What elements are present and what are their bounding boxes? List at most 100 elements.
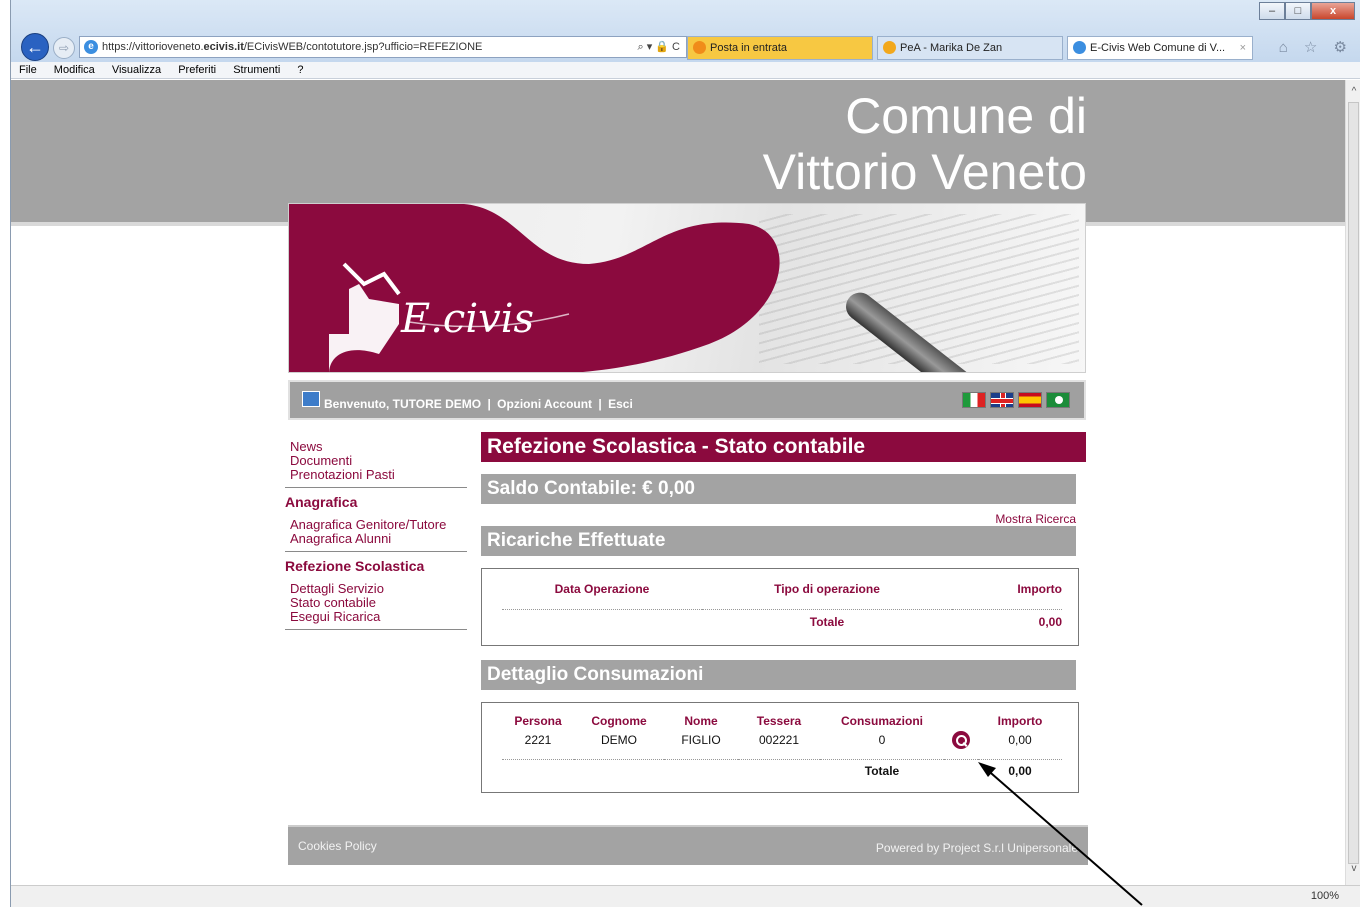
main-content: Refezione Scolastica - Stato contabile S… [481,432,1086,793]
ricariche-total-label: Totale [809,614,845,629]
menu-file[interactable]: File [19,64,37,76]
page-viewport: Comune di Vittorio Veneto E.civis Benven… [11,80,1345,885]
col-cognome: Cognome [591,713,647,728]
address-tools-icon[interactable]: ⌕ ▾ 🔒 C [638,37,681,57]
sidebar-divider [285,550,467,552]
sidebar-item-ricarica[interactable]: Esegui Ricarica [285,610,467,624]
account-options-link[interactable]: Opzioni Account [497,397,592,411]
guitar-shape-logo [289,204,780,372]
url-prefix: https://vittorioveneto. [102,41,204,53]
table-row: 2221 DEMO FIGLIO 002221 0 0,00 [502,730,1062,760]
tab-pea[interactable]: PeA - Marika De Zan [877,36,1063,60]
saldo-heading: Saldo Contabile: € 0,00 [481,474,1076,504]
home-icon[interactable] [302,391,320,407]
ricariche-table: Data Operazione Tipo di operazione Impor… [502,579,1062,635]
cons-total-value: 0,00 [1008,764,1032,778]
mostra-ricerca-link[interactable]: Mostra Ricerca [481,512,1076,526]
ricariche-heading: Ricariche Effettuate [481,526,1076,556]
ecivis-banner: E.civis [288,203,1086,373]
menu-strumenti[interactable]: Strumenti [233,64,280,76]
home-favorites-settings-icons[interactable]: ⌂ ☆ ⚙ [1279,38,1353,56]
separator: | [487,397,491,411]
menu-bar: File Modifica Visualizza Preferiti Strum… [11,62,1360,79]
menu-preferiti[interactable]: Preferiti [178,64,216,76]
consumazioni-table: Persona Cognome Nome Tessera Consumazion… [502,711,1062,785]
minimize-button[interactable]: – [1259,2,1285,20]
mail-icon [693,41,706,54]
page-title-comune: Comune di Vittorio Veneto [763,88,1087,200]
tab-ecivis[interactable]: E-Civis Web Comune di V... × [1067,36,1253,60]
sidebar-item-alunni[interactable]: Anagrafica Alunni [285,532,467,546]
cons-total-label: Totale [864,764,900,778]
cell-importo: 0,00 [1008,732,1032,747]
magnifier-icon[interactable] [952,730,970,749]
scroll-down-icon[interactable]: v [1347,863,1360,879]
cell-tessera: 002221 [758,732,800,747]
col-tipo-operazione: Tipo di operazione [774,582,880,596]
welcome-greeting: Benvenuto, TUTORE DEMO [324,397,482,411]
sidebar-divider [285,486,467,488]
footer: Cookies Policy Powered by Project S.r.l … [288,825,1088,865]
ricariche-total-value: 0,00 [1038,614,1062,629]
status-bar: 100% [11,885,1360,907]
col-nome: Nome [684,713,718,728]
cell-consumazioni: 0 [878,732,886,747]
sidebar-item-documenti[interactable]: Documenti [285,454,467,468]
menu-help[interactable]: ? [297,64,303,76]
pea-icon [883,41,896,54]
logout-link[interactable]: Esci [608,397,633,411]
flag-uk-icon[interactable] [990,392,1014,408]
sidebar-item-prenotazioni[interactable]: Prenotazioni Pasti [285,468,467,482]
separator: | [598,397,602,411]
ricariche-table-box: Data Operazione Tipo di operazione Impor… [481,568,1079,646]
col-data-operazione: Data Operazione [554,582,650,596]
welcome-text: Benvenuto, TUTORE DEMO | Opzioni Account… [324,397,633,411]
url-path: /ECivisWEB/contotutore.jsp?ufficio=REFEZ… [243,41,483,53]
dettaglio-heading: Dettaglio Consumazioni [481,659,1076,690]
col-consumazioni: Consumazioni [840,713,923,728]
zoom-level[interactable]: 100% [1311,890,1339,902]
menu-modifica[interactable]: Modifica [54,64,95,76]
col-importo: Importo [1017,582,1062,596]
close-window-button[interactable]: x [1311,2,1355,20]
menu-visualizza[interactable]: Visualizza [112,64,161,76]
browser-window: – □ x ← ⇨ e https://vittorioveneto.ecivi… [10,0,1360,907]
tab-label: Posta in entrata [710,42,788,54]
col-persona: Persona [514,713,562,728]
scroll-thumb[interactable] [1348,102,1359,864]
sidebar-item-stato-contabile[interactable]: Stato contabile [285,596,467,610]
sidebar-divider [285,628,467,630]
vertical-scrollbar[interactable]: ^ v [1345,80,1360,885]
welcome-bar: Benvenuto, TUTORE DEMO | Opzioni Account… [288,380,1086,420]
forward-button[interactable]: ⇨ [53,37,75,59]
sidebar-group-anagrafica: Anagrafica [285,494,358,510]
window-controls: – □ x [1259,2,1355,20]
cell-cognome: DEMO [601,732,637,747]
cell-persona: 2221 [524,732,552,747]
close-tab-icon[interactable]: × [1240,37,1246,59]
back-button[interactable]: ← [21,33,49,61]
cookies-policy-link[interactable]: Cookies Policy [298,839,377,853]
col-importo: Importo [997,713,1043,728]
col-tessera: Tessera [756,713,802,728]
flag-spain-icon[interactable] [1018,392,1042,408]
comune-line2: Vittorio Veneto [762,144,1087,200]
header-band [11,80,1345,222]
flag-arabic-icon[interactable] [1046,392,1070,408]
sidebar-item-dettagli[interactable]: Dettagli Servizio [285,582,467,596]
sidebar-group-refezione: Refezione Scolastica [285,558,425,574]
tab-posta[interactable]: Posta in entrata [687,36,873,60]
ie-icon [1073,41,1086,54]
ie-icon: e [84,40,98,54]
address-bar[interactable]: e https://vittorioveneto.ecivis.it/ECivi… [79,36,687,58]
comune-line1: Comune di [845,88,1087,144]
sidebar-item-genitore[interactable]: Anagrafica Genitore/Tutore [285,518,467,532]
powered-by-text: Powered by Project S.r.l Unipersonale [875,841,1078,855]
cell-nome: FIGLIO [681,732,721,747]
scroll-up-icon[interactable]: ^ [1347,86,1360,102]
browser-titlebar: – □ x ← ⇨ e https://vittorioveneto.ecivi… [11,0,1360,62]
maximize-button[interactable]: □ [1285,2,1311,20]
sidebar-item-news[interactable]: News [285,440,467,454]
flag-italy-icon[interactable] [962,392,986,408]
tab-label: E-Civis Web Comune di V... [1090,42,1226,54]
